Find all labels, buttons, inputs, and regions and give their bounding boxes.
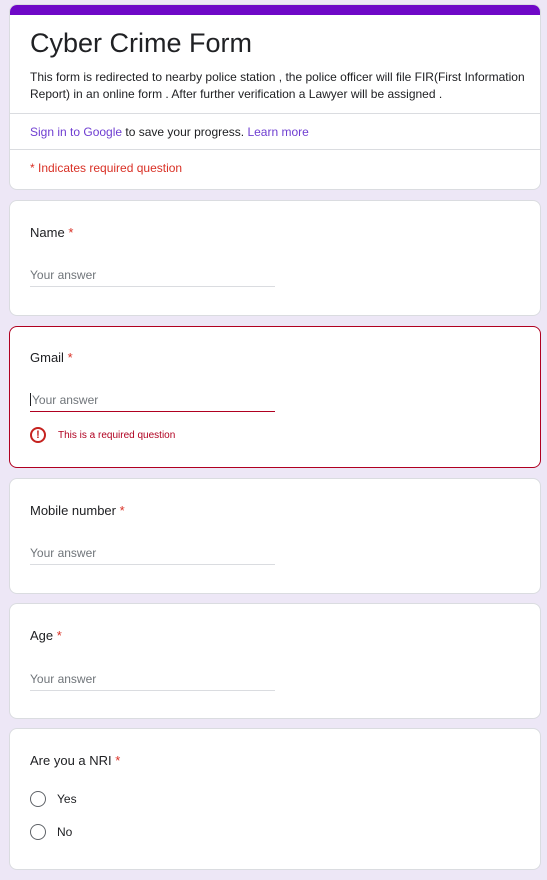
sign-in-text: to save your progress. <box>122 125 248 139</box>
sign-in-link[interactable]: Sign in to Google <box>30 125 122 139</box>
required-asterisk: * <box>115 753 121 768</box>
question-label: Gmail * <box>30 349 73 366</box>
question-label-text: Are you a NRI <box>30 753 112 768</box>
sign-in-row: Sign in to Google to save your progress.… <box>30 124 309 141</box>
radio-option-no[interactable]: No <box>30 824 72 840</box>
mobile-number-input[interactable]: Your answer <box>30 544 275 565</box>
error-message: This is a required question <box>58 429 176 441</box>
form-description: This form is redirected to nearby police… <box>30 70 525 101</box>
radio-button-icon[interactable] <box>30 791 46 807</box>
question-label: Are you a NRI * <box>30 752 120 769</box>
form-header-card: Cyber Crime Form This form is redirected… <box>9 4 541 190</box>
question-label-text: Age <box>30 628 54 643</box>
error-message-row: ! This is a required question <box>30 427 175 443</box>
required-note: * Indicates required question <box>30 161 183 175</box>
gmail-placeholder: Your answer <box>32 393 99 407</box>
radio-button-icon[interactable] <box>30 824 46 840</box>
age-input[interactable]: Your answer <box>30 670 275 691</box>
question-label-text: Name <box>30 225 65 240</box>
required-asterisk: * <box>68 225 74 240</box>
question-label-text: Gmail <box>30 350 64 365</box>
question-card-nri: Are you a NRI * Yes No <box>9 728 541 870</box>
learn-more-link[interactable]: Learn more <box>247 125 308 139</box>
header-accent-bar <box>10 5 540 15</box>
question-label: Mobile number * <box>30 502 125 519</box>
question-card-mobile: Mobile number * Your answer <box>9 478 541 594</box>
question-label: Age * <box>30 627 62 644</box>
question-label-text: Mobile number <box>30 503 116 518</box>
required-asterisk: * <box>67 350 73 365</box>
radio-option-yes[interactable]: Yes <box>30 791 77 807</box>
radio-label: Yes <box>57 792 77 806</box>
text-cursor <box>30 393 31 406</box>
form-title: Cyber Crime Form <box>30 28 253 58</box>
required-asterisk: * <box>119 503 125 518</box>
gmail-input[interactable]: Your answer <box>30 391 275 412</box>
header-divider <box>10 113 540 114</box>
radio-label: No <box>57 825 73 839</box>
question-card-gmail: Gmail * Your answer ! This is a required… <box>9 326 541 468</box>
question-label: Name * <box>30 224 73 241</box>
required-asterisk: * <box>56 628 62 643</box>
header-divider-2 <box>10 149 540 150</box>
name-input[interactable]: Your answer <box>30 266 275 287</box>
question-card-name: Name * Your answer <box>9 200 541 316</box>
question-card-age: Age * Your answer <box>9 603 541 719</box>
error-icon: ! <box>30 427 46 443</box>
